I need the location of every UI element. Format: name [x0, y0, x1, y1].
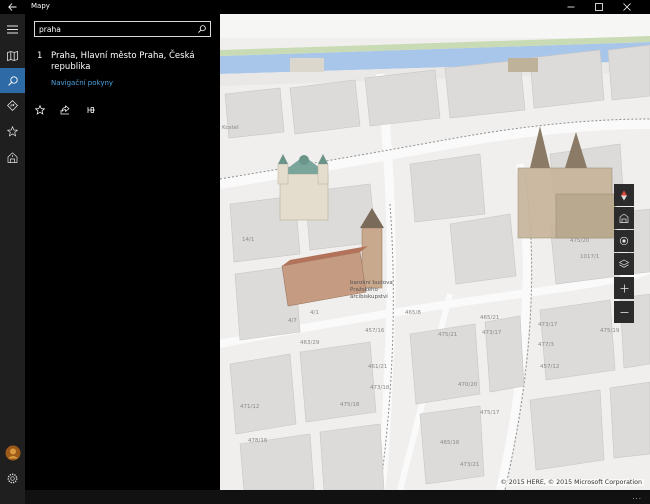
rail-item-3d-cities[interactable]	[0, 145, 25, 170]
user-avatar-icon	[5, 445, 20, 460]
map-view[interactable]: Kostel 14/1 475/20 1017/1 465/8 4/7 457/…	[220, 14, 650, 490]
svg-text:473/21: 473/21	[460, 462, 479, 468]
svg-text:477/3: 477/3	[538, 342, 554, 348]
svg-text:473/18: 473/18	[370, 385, 390, 391]
directions-icon	[7, 100, 18, 111]
svg-text:arcibiskupství: arcibiskupství	[350, 293, 388, 300]
svg-text:1017/1: 1017/1	[580, 254, 599, 260]
bottom-app-bar: ...	[25, 490, 650, 504]
svg-text:471/12: 471/12	[240, 404, 259, 410]
landmark-church-left	[277, 154, 329, 221]
city-3d-icon	[7, 152, 18, 163]
rail-item-search[interactable]	[0, 68, 25, 93]
search-icon	[198, 25, 206, 33]
window-title: Mapy	[31, 2, 50, 10]
zoom-out-button[interactable]	[614, 301, 634, 323]
svg-text:465/8: 465/8	[405, 310, 421, 316]
result-index: 1	[37, 51, 43, 61]
pin-icon	[87, 107, 95, 113]
svg-text:14/1: 14/1	[242, 237, 254, 243]
close-icon	[623, 3, 631, 11]
svg-text:475/21: 475/21	[438, 332, 457, 338]
result-title[interactable]: Praha, Hlavní město Praha, Česká republi…	[51, 51, 219, 73]
svg-text:Pražského: Pražského	[350, 286, 378, 293]
settings-button[interactable]	[0, 466, 25, 491]
svg-text:4/7: 4/7	[288, 318, 297, 324]
3d-city-map[interactable]: Kostel 14/1 475/20 1017/1 465/8 4/7 457/…	[220, 14, 650, 490]
pin-button[interactable]	[84, 104, 96, 116]
hamburger-icon	[7, 25, 18, 34]
close-button[interactable]	[613, 0, 641, 14]
svg-text:475/19: 475/19	[600, 328, 620, 334]
svg-text:barokní budova: barokní budova	[350, 279, 393, 286]
svg-text:473/17: 473/17	[538, 322, 558, 328]
svg-text:475/20: 475/20	[570, 238, 590, 244]
buildings-icon	[619, 213, 629, 223]
my-location-button[interactable]	[614, 230, 634, 252]
landmark-tyn-church	[517, 126, 617, 239]
favorite-icon	[35, 105, 45, 115]
rail-item-favorites[interactable]	[0, 119, 25, 144]
minimize-button[interactable]	[557, 0, 585, 14]
share-icon	[60, 105, 70, 115]
svg-text:478/16: 478/16	[248, 438, 268, 444]
svg-text:461/21: 461/21	[368, 364, 387, 370]
avatar[interactable]	[0, 440, 25, 465]
layers-icon	[619, 259, 629, 268]
svg-text:463/29: 463/29	[300, 340, 320, 346]
svg-text:470/20: 470/20	[458, 382, 478, 388]
rail-item-directions[interactable]	[0, 93, 25, 118]
map-layers-button[interactable]	[614, 253, 634, 275]
svg-text:475/18: 475/18	[340, 402, 360, 408]
back-arrow-icon	[7, 3, 16, 11]
maximize-button[interactable]	[585, 0, 613, 14]
navigation-rail	[0, 14, 25, 504]
svg-text:465/16: 465/16	[440, 440, 460, 446]
rail-item-map[interactable]	[0, 43, 25, 68]
more-options-button[interactable]: ...	[632, 493, 642, 501]
svg-text:4/1: 4/1	[310, 310, 319, 316]
svg-text:457/16: 457/16	[365, 328, 385, 334]
svg-text:475/17: 475/17	[480, 410, 500, 416]
hamburger-menu-button[interactable]	[0, 17, 25, 42]
search-submit-button[interactable]	[196, 23, 208, 35]
minimize-icon	[567, 6, 575, 8]
svg-text:457/12: 457/12	[540, 364, 559, 370]
location-icon	[619, 236, 629, 246]
directions-link[interactable]: Navigační pokyny	[51, 79, 113, 87]
favorite-button[interactable]	[34, 104, 46, 116]
title-bar: Mapy	[0, 0, 650, 14]
zoom-in-icon	[620, 284, 628, 292]
favorites-icon	[7, 126, 18, 137]
zoom-in-button[interactable]	[614, 277, 634, 299]
gear-icon	[7, 473, 18, 484]
share-button[interactable]	[59, 104, 71, 116]
search-input[interactable]	[39, 23, 189, 36]
map-icon	[7, 50, 18, 61]
search-pane: 1 Praha, Hlavní město Praha, Česká repub…	[25, 14, 220, 490]
compass-button[interactable]	[614, 184, 634, 206]
search-box	[34, 21, 211, 37]
map-copyright: © 2015 HERE, © 2015 Microsoft Corporatio…	[498, 479, 644, 486]
svg-text:Kostel: Kostel	[222, 125, 239, 131]
back-button[interactable]	[0, 0, 24, 14]
compass-icon	[621, 190, 627, 200]
3d-buildings-button[interactable]	[614, 207, 634, 229]
svg-text:465/21: 465/21	[480, 315, 499, 321]
svg-text:473/17: 473/17	[482, 330, 502, 336]
search-icon	[7, 75, 18, 86]
zoom-out-icon	[620, 311, 628, 313]
maximize-icon	[595, 3, 603, 11]
